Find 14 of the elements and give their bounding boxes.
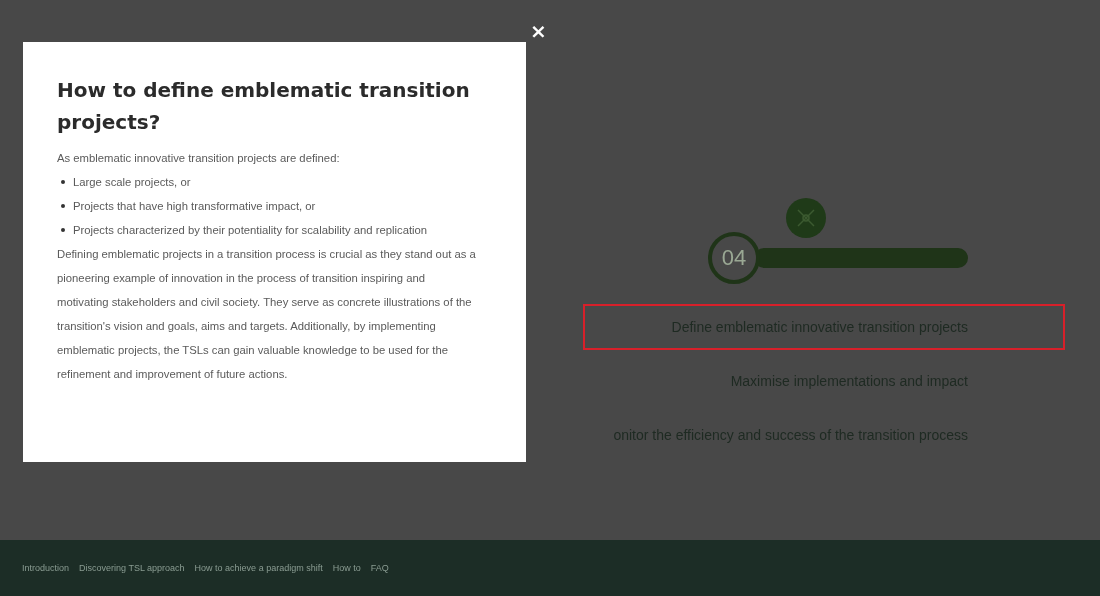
footer-link[interactable]: Introduction	[22, 563, 70, 573]
paragraph-text: Defining emblematic projects in a transition process is crucial as they stand out as a pioneering example of innovation in the process of transition inspiring and motivating stakeholders and civil society. They serve as concrete illustrations of the transition's vision and goals, aims and targets. Additionally, by implementing emblematic projects, the TSLs can gain valuable knowledge to be used for the refinement and improvement of future actions.	[57, 247, 476, 382]
footer-link[interactable]: FAQ	[370, 563, 389, 573]
network-icon	[786, 198, 826, 238]
bullet-item: Projects characterized by their potentiality for scalability and replication	[57, 218, 476, 242]
close-button[interactable]: ×	[528, 20, 549, 42]
footer-link[interactable]: How to	[332, 563, 361, 573]
bullet-item: Projects that have high transformative impact, or	[57, 194, 476, 218]
footer-link[interactable]: Discovering TSL approach	[79, 563, 185, 573]
step-number: 04	[708, 232, 760, 284]
footer-link[interactable]: How to achieve a paradigm shift	[194, 563, 323, 573]
modal-title: How to define emblematic transition projects?	[57, 77, 471, 136]
bullet-item: Large scale projects, or	[57, 170, 476, 194]
intro-text: As emblematic innovative transition projects are defined:	[57, 151, 341, 166]
